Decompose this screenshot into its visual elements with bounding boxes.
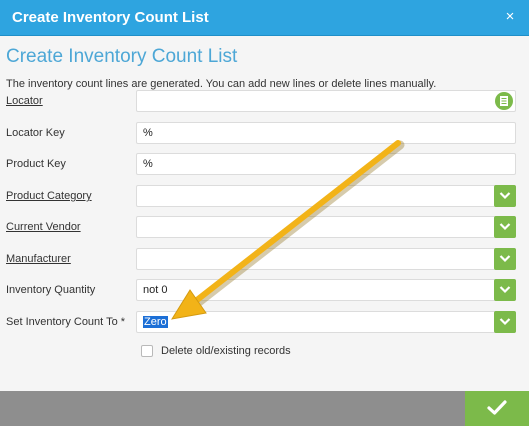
locator-key-field[interactable]: %: [136, 122, 516, 144]
set-inventory-count-select[interactable]: Zero: [136, 311, 516, 333]
window-title: Create Inventory Count List: [12, 9, 209, 26]
product-category-select[interactable]: [136, 185, 516, 207]
create-inventory-count-dialog: Create Inventory Count List × Create Inv…: [0, 0, 529, 426]
manufacturer-label[interactable]: Manufacturer: [6, 253, 71, 265]
inventory-quantity-value: not 0: [143, 284, 168, 296]
product-key-field[interactable]: %: [136, 153, 516, 175]
locator-label[interactable]: Locator: [6, 95, 43, 107]
search-list-icon[interactable]: [495, 92, 513, 110]
delete-existing-checkbox[interactable]: [141, 345, 153, 357]
inventory-quantity-select[interactable]: not 0: [136, 279, 516, 301]
set-inventory-count-value-wrap: Zero: [143, 316, 168, 328]
product-key-label: Product Key: [6, 158, 66, 170]
product-category-label[interactable]: Product Category: [6, 190, 92, 202]
manufacturer-select[interactable]: [136, 248, 516, 270]
chevron-down-icon[interactable]: [494, 185, 516, 207]
checkmark-icon: [487, 400, 507, 415]
current-vendor-select[interactable]: [136, 216, 516, 238]
product-key-value: %: [143, 158, 153, 170]
set-inventory-count-label: Set Inventory Count To *: [6, 316, 126, 328]
locator-key-label: Locator Key: [6, 127, 65, 139]
form-heading: Create Inventory Count List: [6, 46, 238, 67]
inventory-quantity-label: Inventory Quantity: [6, 284, 96, 296]
footer-bar: [0, 391, 529, 426]
delete-existing-label[interactable]: Delete old/existing records: [161, 345, 291, 357]
close-icon[interactable]: ×: [501, 8, 519, 26]
title-bar: Create Inventory Count List ×: [0, 0, 529, 36]
chevron-down-icon[interactable]: [494, 248, 516, 270]
current-vendor-label[interactable]: Current Vendor: [6, 221, 81, 233]
set-inventory-count-value: Zero: [143, 316, 168, 328]
locator-key-value: %: [143, 127, 153, 139]
form-description: The inventory count lines are generated.…: [6, 78, 437, 90]
chevron-down-icon[interactable]: [494, 216, 516, 238]
chevron-down-icon[interactable]: [494, 311, 516, 333]
chevron-down-icon[interactable]: [494, 279, 516, 301]
ok-button[interactable]: [465, 391, 529, 426]
locator-field[interactable]: [136, 90, 516, 112]
